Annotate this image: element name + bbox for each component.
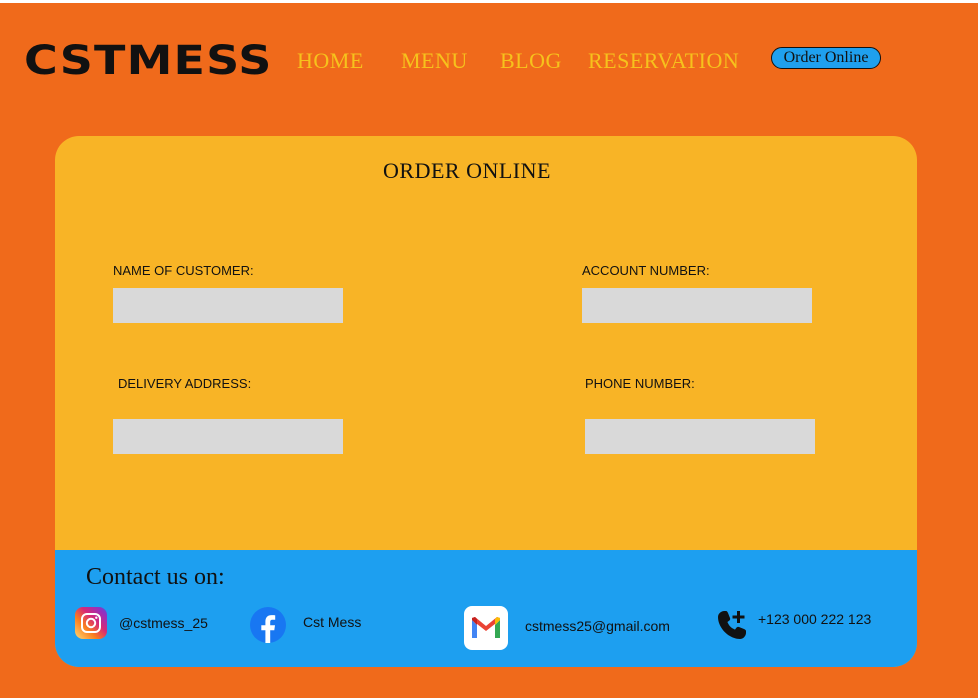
account-number-input[interactable] [582, 288, 812, 323]
order-online-button[interactable]: Order Online [771, 47, 881, 69]
brand-logo[interactable]: CSTMESS [24, 38, 273, 84]
instagram-contact[interactable]: @cstmess_25 [75, 607, 208, 639]
facebook-contact[interactable]: Cst Mess [250, 607, 361, 643]
email-contact[interactable]: cstmess25@gmail.com [464, 606, 670, 650]
phone-number-input[interactable] [585, 419, 815, 454]
instagram-icon [75, 607, 107, 639]
contact-footer: Contact us on: @cstmess_25 Cst Mess cstm… [55, 550, 917, 667]
top-strip [0, 0, 978, 3]
facebook-icon [250, 607, 286, 643]
form-title: ORDER ONLINE [383, 158, 551, 183]
email-address: cstmess25@gmail.com [525, 618, 670, 634]
nav-home-link[interactable]: HOME [297, 48, 364, 74]
phone-contact[interactable]: +123 000 222 123 [715, 608, 871, 642]
instagram-handle: @cstmess_25 [119, 615, 208, 631]
contact-title: Contact us on: [86, 564, 225, 590]
nav-menu-link[interactable]: MENU [401, 48, 468, 74]
nav-blog-link[interactable]: BLOG [500, 48, 562, 74]
phone-number: +123 000 222 123 [758, 611, 872, 627]
nav-reservation-link[interactable]: RESERVATION [588, 48, 739, 74]
phone-add-icon [718, 611, 746, 639]
address-label: DELIVERY ADDRESS: [118, 376, 252, 391]
gmail-icon [464, 606, 508, 650]
name-label: NAME OF CUSTOMER: [113, 263, 254, 278]
account-label: ACCOUNT NUMBER: [582, 263, 710, 278]
order-form-card: ORDER ONLINE NAME OF CUSTOMER: ACCOUNT N… [55, 136, 917, 667]
phone-label: PHONE NUMBER: [585, 376, 695, 391]
facebook-name: Cst Mess [303, 613, 362, 630]
customer-name-input[interactable] [113, 288, 343, 323]
delivery-address-input[interactable] [113, 419, 343, 454]
